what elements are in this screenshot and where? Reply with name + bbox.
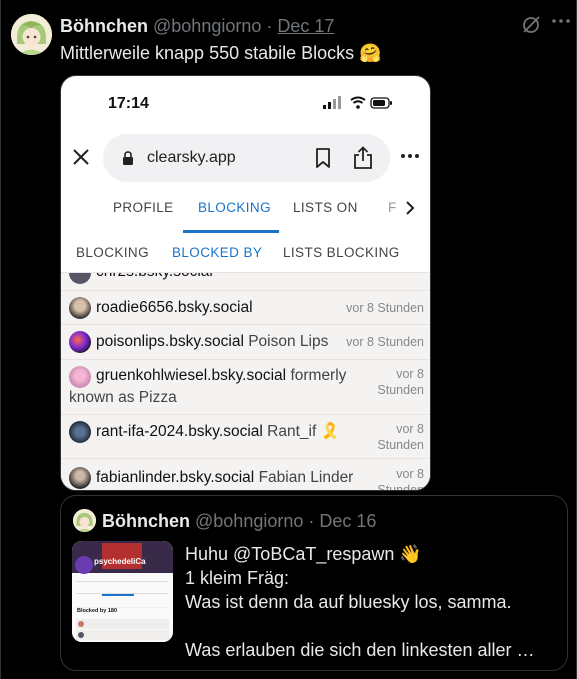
- tab-profile[interactable]: PROFILE: [113, 200, 174, 215]
- quote-line: Huhu @ToBCaT_respawn 👋: [185, 544, 422, 564]
- row-time: vor 8 Stunden: [377, 421, 424, 453]
- wifi-icon: [350, 96, 366, 109]
- quote-line: 1 kleim Fräg:: [185, 568, 290, 588]
- tab-blocked-by[interactable]: BLOCKED BY: [172, 245, 262, 260]
- tweet-text-body: Mittlerweile knapp 550 stabile Blocks: [60, 43, 355, 63]
- avatar: [69, 331, 91, 353]
- avatar: [69, 421, 91, 443]
- status-icons: [323, 96, 393, 110]
- grok-icon[interactable]: [520, 14, 542, 36]
- close-icon[interactable]: [71, 147, 91, 167]
- tweet: Böhnchen @bohngiorno · Dec 17 Mittlerwei…: [0, 0, 577, 679]
- quote-line: Was ist denn da auf bluesky los, samma.: [185, 592, 512, 612]
- quote-text: Huhu @ToBCaT_respawn 👋 1 kleim Fräg: Was…: [185, 542, 535, 662]
- quote-line: [185, 614, 535, 638]
- list-item[interactable]: roadie6656.bsky.social vor 8 Stunden: [61, 290, 430, 324]
- list-item[interactable]: poisonlips.bsky.social Poison Lips vor 8…: [61, 324, 430, 359]
- share-icon[interactable]: [353, 146, 373, 170]
- battery-icon: [370, 97, 392, 109]
- tab-blocking[interactable]: BLOCKING: [198, 200, 271, 215]
- avatar: [69, 467, 91, 489]
- row-time-line: vor 8: [396, 467, 424, 481]
- row-display-name: Rant_if 🎗️: [267, 423, 340, 440]
- row-time: vor 8 Stunden: [377, 466, 424, 491]
- row-handle: chr2s.bsky.social: [96, 273, 426, 283]
- row-time: vor 8 Stunden: [377, 366, 424, 398]
- tweet-header: Böhnchen @bohngiorno · Dec 17: [60, 15, 334, 37]
- tab-blocking-sub[interactable]: BLOCKING: [76, 245, 149, 260]
- tab-lists-on[interactable]: LISTS ON: [293, 200, 358, 215]
- row-handle[interactable]: rant-ifa-2024.bsky.social: [96, 423, 263, 440]
- quote-header: Böhnchen @bohngiorno · Dec 16: [102, 510, 376, 532]
- list-item[interactable]: rant-ifa-2024.bsky.social Rant_if 🎗️ vor…: [61, 414, 430, 458]
- avatar: [69, 273, 91, 284]
- row-time-line: vor 8: [396, 422, 424, 436]
- header-separator: ·: [266, 16, 273, 36]
- tweet-image[interactable]: 17:14 clearsky.app PROFILE BLOCKING LIST…: [60, 75, 431, 491]
- quote-author-handle[interactable]: @bohngiorno: [195, 511, 303, 531]
- row-time-line: Stunden: [377, 483, 424, 491]
- url-text: clearsky.app: [147, 149, 236, 166]
- quoted-tweet[interactable]: Böhnchen @bohngiorno · Dec 16 psychedeli…: [60, 495, 568, 671]
- quote-author-name[interactable]: Böhnchen: [102, 511, 190, 531]
- hugging-emoji: 🤗: [359, 43, 382, 63]
- list-item[interactable]: fabianlinder.bsky.social Fabian Linder v…: [61, 458, 430, 491]
- bookmark-icon[interactable]: [315, 148, 331, 168]
- author-name[interactable]: Böhnchen: [60, 16, 148, 36]
- more-icon[interactable]: [550, 10, 572, 32]
- lock-icon: [122, 151, 134, 165]
- row-time-line: Stunden: [377, 383, 424, 397]
- primary-tabs: PROFILE BLOCKING LISTS ON F: [61, 191, 430, 241]
- quote-line: Was erlauben die sich den linkesten alle…: [185, 640, 535, 660]
- avatar: [69, 297, 91, 319]
- row-handle[interactable]: roadie6656.bsky.social: [96, 299, 253, 316]
- dots-icon[interactable]: [400, 148, 420, 164]
- quote-separator: ·: [308, 511, 315, 531]
- thumb-name: psychedeliCa: [94, 557, 146, 566]
- thumb-blocked-count: Blocked by 180: [77, 608, 118, 614]
- row-time-line: Stunden: [377, 438, 424, 452]
- row-display-name: Poison Lips: [248, 333, 329, 350]
- tweet-date[interactable]: Dec 17: [277, 16, 334, 36]
- row-time: vor 8 Stunden: [346, 335, 424, 349]
- row-time-line: vor 8: [396, 367, 424, 381]
- row-handle[interactable]: poisonlips.bsky.social: [96, 333, 244, 350]
- quote-date[interactable]: Dec 16: [319, 511, 376, 531]
- tab-lists-blocking[interactable]: LISTS BLOCKING: [283, 245, 400, 260]
- row-handle[interactable]: gruenkohlwiesel.bsky.social: [96, 367, 286, 384]
- author-avatar[interactable]: [11, 14, 52, 55]
- list-item[interactable]: gruenkohlwiesel.bsky.social formerly kno…: [61, 359, 430, 414]
- quote-image-thumbnail[interactable]: psychedeliCa Blocked by 180: [72, 541, 173, 642]
- status-time: 17:14: [108, 95, 149, 112]
- list-item[interactable]: chr2s.bsky.social: [61, 272, 430, 290]
- tab-underline-primary: [183, 230, 279, 233]
- quote-author-avatar[interactable]: [73, 509, 96, 532]
- row-display-name: Fabian Linder: [258, 469, 354, 486]
- tweet-text: Mittlerweile knapp 550 stabile Blocks 🤗: [60, 41, 382, 65]
- row-handle[interactable]: fabianlinder.bsky.social: [96, 469, 254, 486]
- url-bar[interactable]: clearsky.app: [103, 134, 390, 182]
- author-handle[interactable]: @bohngiorno: [153, 16, 261, 36]
- chevron-right-icon[interactable]: [403, 200, 417, 216]
- tab-partial[interactable]: F: [388, 200, 397, 215]
- row-time: vor 8 Stunden: [346, 301, 424, 315]
- blocked-by-list: chr2s.bsky.social roadie6656.bsky.social…: [61, 272, 430, 491]
- signal-icon: [323, 96, 341, 109]
